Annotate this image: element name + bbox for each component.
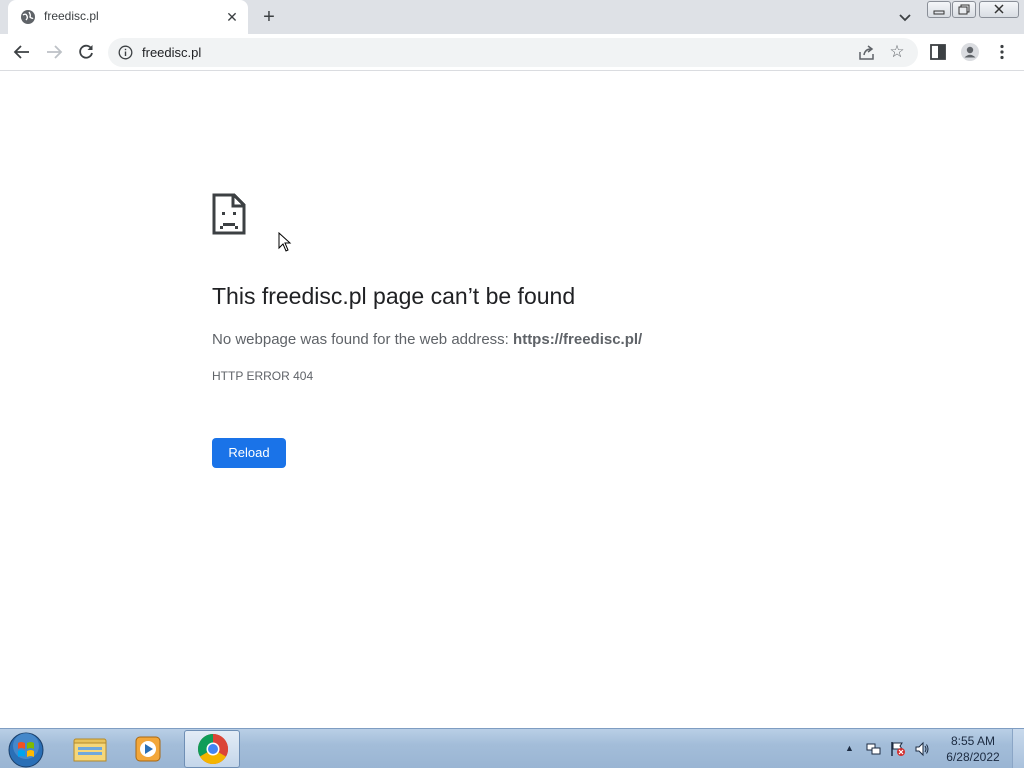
windows-taskbar: ▲ 8:55 AM 6/28/2022 [0, 728, 1024, 768]
tab-strip: freedisc.pl ✕ + [0, 0, 1024, 34]
clock-time: 8:55 AM [950, 734, 996, 748]
new-tab-button[interactable]: + [258, 7, 280, 29]
volume-icon[interactable] [914, 741, 930, 757]
network-icon[interactable] [866, 741, 882, 757]
action-center-flag-icon[interactable] [890, 741, 906, 757]
back-arrow-icon[interactable] [12, 42, 32, 62]
browser-toolbar: freedisc.pl ☆ [0, 34, 1024, 71]
window-close-button[interactable] [979, 1, 1019, 18]
address-bar[interactable]: freedisc.pl ☆ [108, 38, 918, 67]
tab-close-icon[interactable]: ✕ [224, 9, 240, 25]
menu-kebab-icon[interactable] [992, 42, 1012, 62]
error-title: This freedisc.pl page can’t be found [212, 283, 576, 309]
sad-page-icon [212, 193, 246, 235]
minimize-icon [933, 10, 945, 15]
start-orb-icon[interactable] [6, 731, 46, 768]
screen: freedisc.pl ✕ + freedisc.pl ☆ This freed… [0, 0, 1024, 768]
show-desktop-button[interactable] [1012, 729, 1024, 768]
minimize-button[interactable] [927, 1, 951, 18]
chevron-down-icon[interactable] [896, 8, 914, 26]
share-icon[interactable] [858, 44, 875, 61]
restore-button[interactable] [952, 1, 976, 18]
page-content: This freedisc.pl page can’t be found No … [0, 71, 1024, 728]
error-code: HTTP ERROR 404 [212, 369, 314, 383]
reload-button[interactable]: Reload [212, 438, 286, 468]
reload-icon[interactable] [76, 42, 96, 62]
media-player-icon[interactable] [120, 730, 176, 768]
restore-icon [958, 4, 970, 15]
globe-icon [21, 10, 35, 24]
chrome-icon [197, 734, 229, 765]
profile-avatar-icon[interactable] [960, 42, 980, 62]
file-explorer-icon[interactable] [62, 730, 118, 768]
error-url: https://freedisc.pl/ [513, 331, 643, 348]
tray-expand-icon[interactable]: ▲ [845, 743, 855, 753]
mouse-cursor-icon [278, 232, 292, 252]
system-clock[interactable]: 8:55 AM 6/28/2022 [940, 733, 1006, 765]
side-panel-icon[interactable] [928, 42, 948, 62]
forward-arrow-icon[interactable] [44, 42, 64, 62]
clock-date: 6/28/2022 [946, 750, 1000, 764]
error-description-text: No webpage was found for the web address… [212, 331, 509, 348]
chrome-taskbar-button[interactable] [184, 730, 240, 768]
info-icon[interactable] [118, 45, 133, 60]
bookmark-star-icon[interactable]: ☆ [888, 43, 906, 61]
window-controls [927, 0, 1019, 20]
tab-title: freedisc.pl [44, 9, 99, 23]
error-description: No webpage was found for the web address… [212, 331, 642, 348]
close-icon [994, 4, 1004, 14]
browser-tab[interactable]: freedisc.pl ✕ [8, 0, 248, 34]
address-url[interactable]: freedisc.pl [142, 45, 201, 60]
